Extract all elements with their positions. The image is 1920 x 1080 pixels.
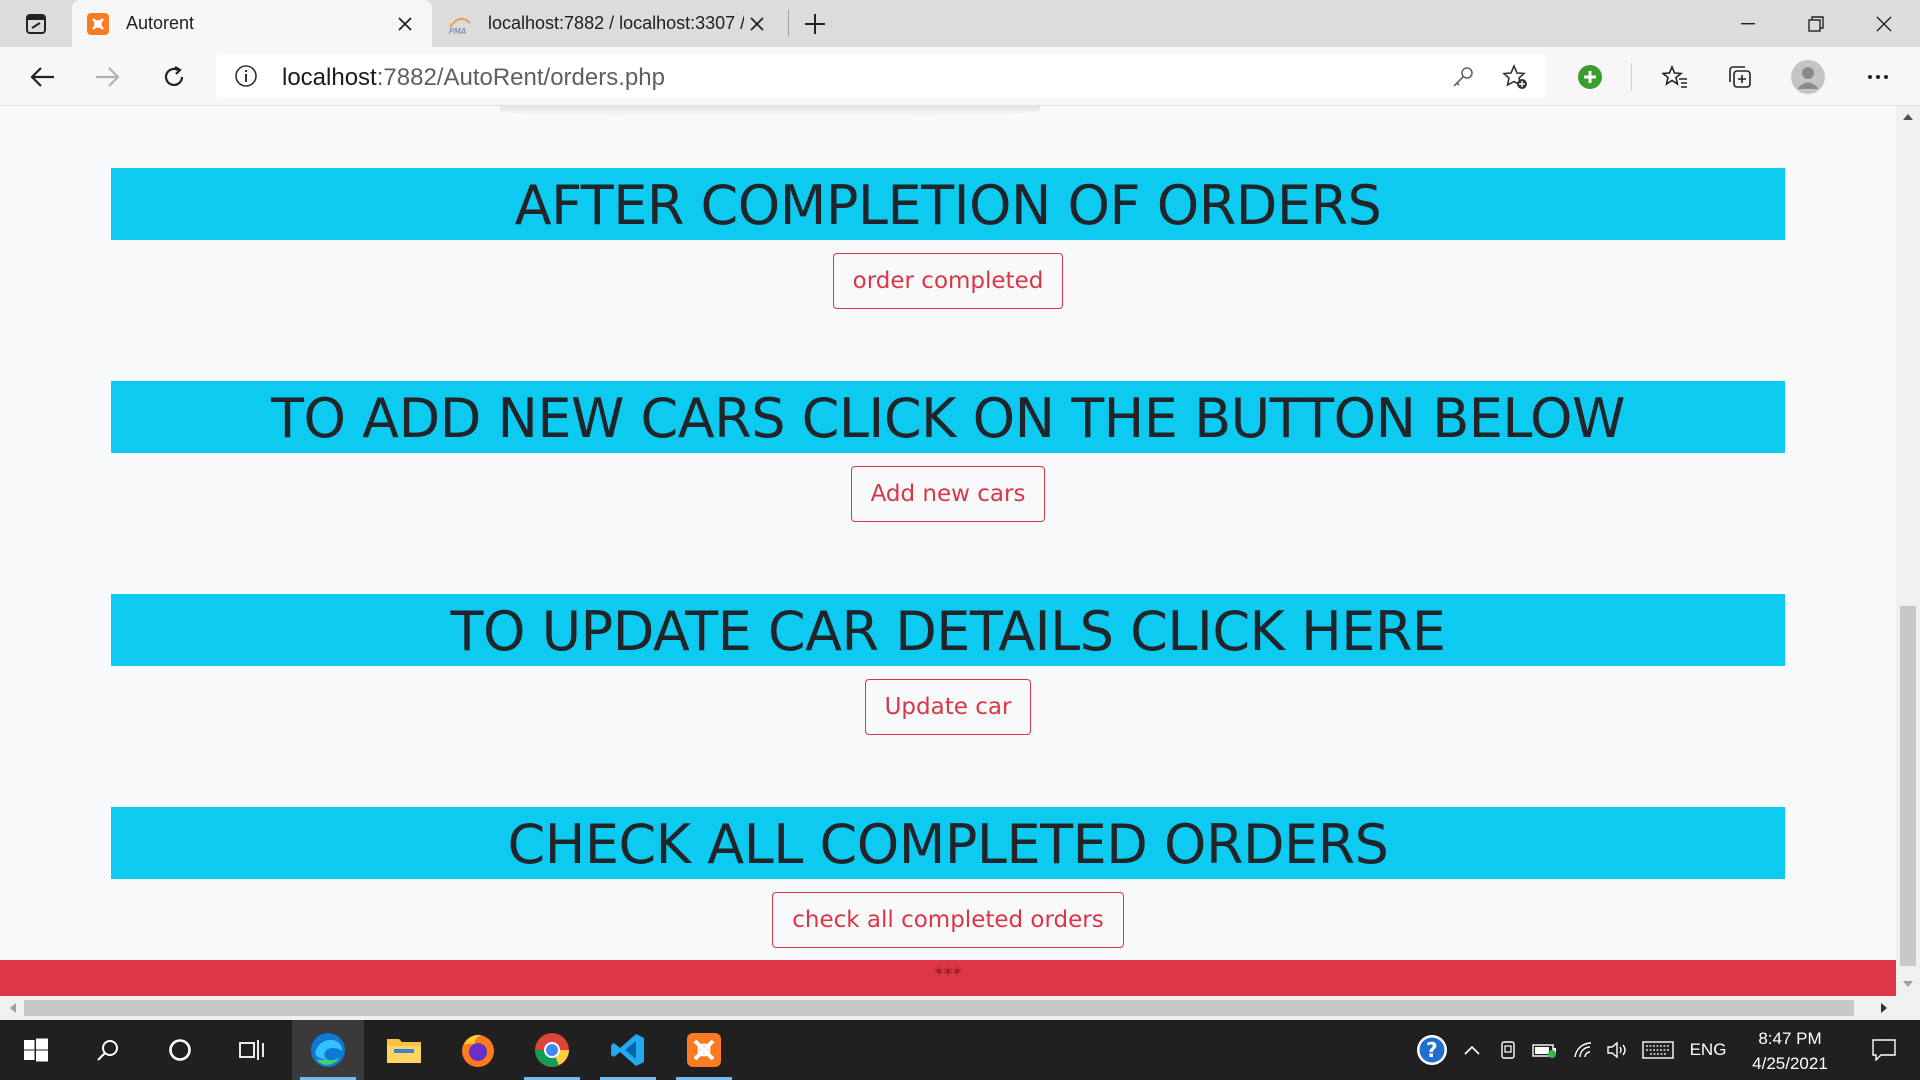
toolbar-divider — [1631, 63, 1632, 91]
section-heading: CHECK ALL COMPLETED ORDERS — [111, 807, 1785, 879]
check-completed-orders-button[interactable]: check all completed orders — [772, 892, 1124, 948]
navbar-shadow — [500, 106, 1040, 116]
horizontal-scroll-thumb[interactable] — [24, 1000, 1854, 1016]
favorites-icon[interactable] — [1655, 57, 1695, 97]
vscode-icon[interactable] — [592, 1020, 664, 1080]
add-favorite-icon[interactable] — [1500, 62, 1530, 92]
vertical-scrollbar[interactable] — [1896, 106, 1920, 996]
chevron-up-icon[interactable] — [1458, 1020, 1486, 1080]
collections-icon[interactable] — [1720, 57, 1760, 97]
tab-strip: Autorent PMA localhost:7882 / localhost:… — [0, 0, 1920, 47]
close-icon[interactable] — [392, 11, 418, 37]
page-viewport: AFTER COMPLETION OF ORDERS order complet… — [0, 106, 1896, 996]
page-footer: *** — [0, 960, 1896, 996]
wifi-icon[interactable] — [1568, 1020, 1600, 1080]
clock-time: 8:47 PM — [1758, 1029, 1822, 1048]
info-icon[interactable] — [234, 64, 258, 88]
svg-text:PMA: PMA — [449, 27, 466, 35]
section-completed-orders: CHECK ALL COMPLETED ORDERS check all com… — [111, 807, 1785, 948]
help-icon[interactable]: ? — [1412, 1020, 1452, 1080]
xampp-icon — [86, 12, 110, 36]
scroll-right-icon[interactable] — [1874, 996, 1894, 1020]
back-icon[interactable] — [22, 57, 62, 97]
tab-title: Autorent — [126, 13, 195, 33]
browser-toolbar: localhost:7882/AutoRent/orders.php — [0, 47, 1920, 106]
url-text: localhost:7882/AutoRent/orders.php — [282, 64, 665, 91]
edge-icon[interactable] — [292, 1020, 364, 1080]
address-bar[interactable]: localhost:7882/AutoRent/orders.php — [216, 54, 1546, 98]
section-update-car: TO UPDATE CAR DETAILS CLICK HERE Update … — [111, 594, 1785, 735]
svg-text:?: ? — [1426, 1038, 1438, 1062]
extension-icon[interactable] — [1570, 57, 1610, 97]
scroll-down-icon[interactable] — [1896, 974, 1920, 994]
tab-autorent[interactable]: Autorent — [72, 0, 432, 47]
tab-title: localhost:7882 / localhost:3307 / — [488, 13, 744, 33]
order-completed-button[interactable]: order completed — [832, 253, 1064, 309]
xampp-taskbar-icon[interactable] — [668, 1020, 740, 1080]
scroll-up-icon[interactable] — [1896, 106, 1920, 126]
system-clock[interactable]: 8:47 PM 4/25/2021 — [1736, 1026, 1844, 1076]
language-indicator[interactable]: ENG — [1684, 1020, 1732, 1080]
section-heading: TO UPDATE CAR DETAILS CLICK HERE — [111, 594, 1785, 666]
windows-start-icon[interactable] — [0, 1020, 72, 1080]
cortana-icon[interactable] — [144, 1020, 216, 1080]
more-menu-icon[interactable] — [1858, 57, 1898, 97]
new-tab-icon[interactable] — [798, 8, 832, 40]
device-icon[interactable] — [1492, 1020, 1524, 1080]
window-close-icon[interactable] — [1852, 0, 1916, 47]
phpmyadmin-icon: PMA — [448, 12, 472, 36]
profile-avatar[interactable] — [1788, 57, 1828, 97]
vertical-scroll-thumb[interactable] — [1900, 606, 1916, 966]
scrollbar-corner — [1896, 996, 1920, 1020]
battery-icon[interactable] — [1528, 1020, 1562, 1080]
chrome-icon[interactable] — [516, 1020, 588, 1080]
firefox-icon[interactable] — [442, 1020, 514, 1080]
keyboard-icon[interactable] — [1638, 1020, 1678, 1080]
notifications-icon[interactable] — [1852, 1020, 1916, 1080]
windows-taskbar: ? ENG 8:47 PM 4/25/2021 — [0, 1020, 1920, 1080]
search-icon[interactable] — [72, 1020, 144, 1080]
file-explorer-icon[interactable] — [368, 1020, 440, 1080]
footer-text: *** — [934, 964, 962, 985]
horizontal-scrollbar[interactable] — [0, 996, 1896, 1020]
section-heading: TO ADD NEW CARS CLICK ON THE BUTTON BELO… — [111, 381, 1785, 453]
restore-icon[interactable] — [1784, 0, 1848, 47]
section-heading: AFTER COMPLETION OF ORDERS — [111, 168, 1785, 240]
volume-icon[interactable] — [1602, 1020, 1634, 1080]
clock-date: 4/25/2021 — [1752, 1054, 1828, 1073]
update-car-button[interactable]: Update car — [864, 679, 1032, 735]
section-order-completion: AFTER COMPLETION OF ORDERS order complet… — [111, 168, 1785, 309]
tab-phpmyadmin[interactable]: PMA localhost:7882 / localhost:3307 / — [434, 0, 784, 47]
minimize-icon[interactable] — [1716, 0, 1780, 47]
close-icon[interactable] — [744, 11, 770, 37]
tab-divider — [788, 10, 789, 36]
section-add-cars: TO ADD NEW CARS CLICK ON THE BUTTON BELO… — [111, 381, 1785, 522]
add-new-cars-button[interactable]: Add new cars — [850, 466, 1046, 522]
task-view-icon[interactable] — [216, 1020, 288, 1080]
tab-actions-icon[interactable] — [14, 8, 58, 40]
forward-icon[interactable] — [88, 57, 128, 97]
scroll-left-icon[interactable] — [2, 996, 22, 1020]
refresh-icon[interactable] — [154, 57, 194, 97]
key-icon[interactable] — [1448, 62, 1478, 92]
